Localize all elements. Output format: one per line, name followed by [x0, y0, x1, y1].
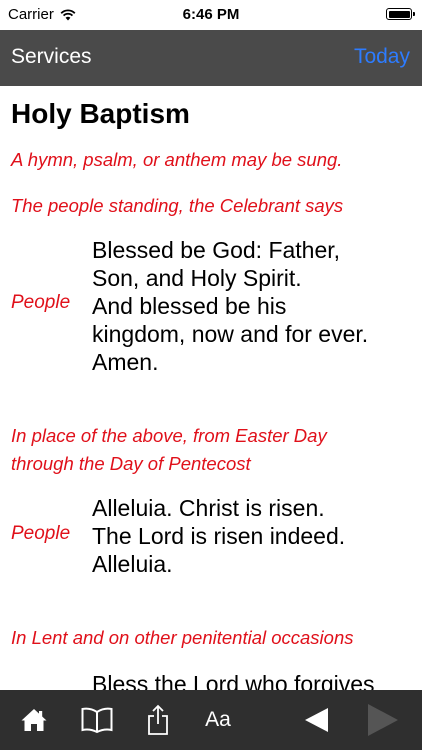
book-icon: [81, 707, 113, 734]
speaker-people-2: People: [11, 523, 71, 544]
services-button[interactable]: Services: [11, 45, 92, 69]
verse-line: Amen.: [92, 349, 159, 375]
rubric-lent: In Lent and on other penitential occasio…: [11, 627, 354, 648]
status-bar: Carrier 6:46 PM: [0, 0, 422, 30]
bottom-toolbar: Aa: [0, 690, 422, 750]
verse-line: Blessed be God: Father,: [92, 237, 341, 263]
nav-bar: Services Today: [0, 30, 422, 86]
book-button[interactable]: [76, 690, 118, 750]
rubric-people-standing: The people standing, the Celebrant says: [11, 195, 344, 216]
verse-line: Alleluia.: [92, 551, 173, 577]
response-block-2: Alleluia. Christ is risen. The Lord is r…: [92, 494, 345, 578]
share-icon: [148, 704, 168, 735]
verse-line: kingdom, now and for ever.: [92, 321, 369, 347]
share-button[interactable]: [140, 690, 176, 750]
rubric-easter: In place of the above, from Easter Day t…: [11, 422, 327, 478]
rubric-line: through the Day of Pentecost: [11, 453, 251, 474]
font-size-label: Aa: [205, 708, 231, 731]
next-button[interactable]: [360, 690, 406, 750]
home-button[interactable]: [14, 690, 54, 750]
status-time: 6:46 PM: [182, 6, 240, 23]
service-text[interactable]: Holy Baptism A hymn, psalm, or anthem ma…: [0, 86, 422, 690]
verse-line: Bless the Lord who forgives: [92, 671, 375, 690]
today-button[interactable]: Today: [354, 45, 410, 69]
response-block-1: Blessed be God: Father, Son, and Holy Sp…: [92, 236, 368, 376]
response-block-3: Bless the Lord who forgives: [92, 670, 375, 690]
verse-line: Alleluia. Christ is risen.: [92, 495, 325, 521]
verse-line: And blessed be his: [92, 293, 287, 319]
battery-icon: [386, 8, 415, 20]
triangle-right-icon: [368, 704, 398, 736]
speaker-people-1: People: [11, 292, 71, 313]
verse-line: The Lord is risen indeed.: [92, 523, 346, 549]
home-icon: [21, 709, 47, 731]
rubric-hymn: A hymn, psalm, or anthem may be sung.: [11, 149, 343, 170]
triangle-left-icon: [305, 708, 328, 732]
previous-button[interactable]: [296, 690, 336, 750]
rubric-line: In place of the above, from Easter Day: [11, 425, 327, 446]
page-title: Holy Baptism: [11, 98, 190, 129]
verse-line: Son, and Holy Spirit.: [92, 265, 302, 291]
font-size-button[interactable]: Aa: [196, 690, 240, 750]
